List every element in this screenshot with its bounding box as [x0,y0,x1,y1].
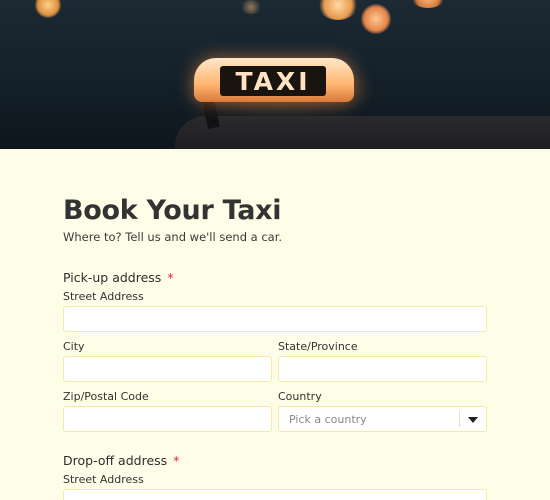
chevron-down-icon[interactable] [468,417,478,423]
pickup-country-label: Country [278,390,322,403]
page-subtitle: Where to? Tell us and we'll send a car. [63,230,283,244]
bokeh-light [240,0,262,14]
pickup-street-input[interactable] [63,306,487,332]
dropoff-label-text: Drop-off address [63,453,168,468]
country-select-placeholder: Pick a country [289,413,367,426]
pickup-country-select[interactable]: Pick a country [278,406,487,432]
pickup-street-label: Street Address [63,290,144,303]
taxi-sign-text: TAXI [235,66,311,96]
required-mark: * [167,270,174,285]
hero-image: TAXI [0,0,550,149]
pickup-city-label: City [63,340,85,353]
select-divider [459,411,460,427]
taxi-sign: TAXI [194,58,354,102]
pickup-section-label: Pick-up address * [63,270,174,285]
bokeh-light [410,0,446,8]
pickup-state-label: State/Province [278,340,358,353]
bokeh-light [35,0,61,18]
dropoff-street-input[interactable] [63,489,487,500]
required-mark: * [173,453,180,468]
pickup-state-input[interactable] [278,356,487,382]
bokeh-light [318,0,358,20]
pickup-city-input[interactable] [63,356,272,382]
dropoff-section-label: Drop-off address * [63,453,179,468]
page-title: Book Your Taxi [63,195,282,226]
taxi-sign-plate: TAXI [220,66,326,96]
pickup-zip-input[interactable] [63,406,272,432]
car-roof [175,116,550,149]
pickup-label-text: Pick-up address [63,270,162,285]
bokeh-light [361,4,391,34]
dropoff-street-label: Street Address [63,473,144,486]
pickup-zip-label: Zip/Postal Code [63,390,149,403]
